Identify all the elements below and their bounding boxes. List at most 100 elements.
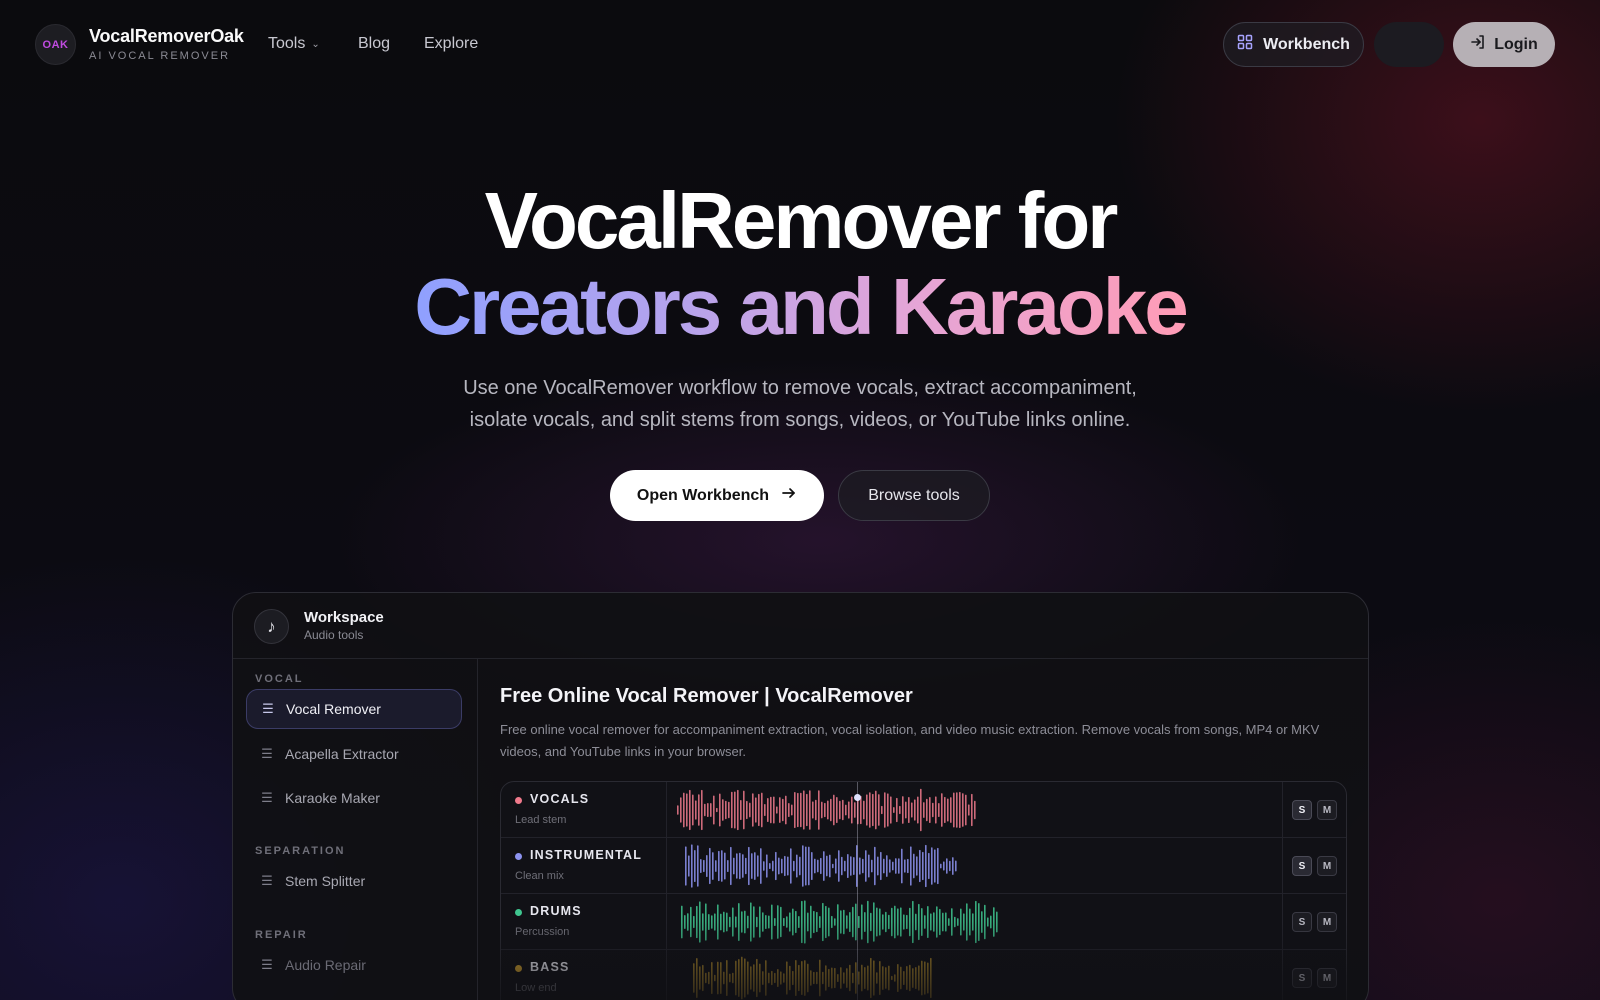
sidebar-item-karaoke-maker[interactable]: ☰ Karaoke Maker	[246, 778, 462, 818]
sliders-icon: ☰	[261, 746, 273, 761]
solo-button[interactable]: S	[1292, 968, 1312, 988]
placeholder-button[interactable]	[1374, 22, 1444, 67]
sidebar-item-label: Audio Repair	[285, 957, 366, 973]
sidebar-item-stem-splitter[interactable]: ☰ Stem Splitter	[246, 861, 462, 901]
waveform-bar	[713, 795, 715, 825]
waveform-bar	[859, 857, 861, 875]
sidebar-item-vocal-remover[interactable]: ☰ Vocal Remover	[246, 689, 462, 729]
waveform-bar	[849, 964, 851, 992]
waveform-bar	[726, 912, 728, 932]
waveform-bar	[700, 858, 702, 874]
waveform-bar	[798, 915, 800, 929]
nav-tools-dropdown[interactable]: Tools ⌄	[268, 35, 320, 53]
playhead[interactable]	[857, 782, 858, 1000]
waveform-bar	[776, 806, 778, 814]
waveform-bar	[863, 800, 865, 820]
waveform-bar	[704, 803, 706, 817]
sidebar-item-audio-repair[interactable]: ☰ Audio Repair	[246, 945, 462, 985]
waveform-bar	[792, 908, 794, 936]
waveform-bar	[846, 968, 848, 988]
waveform[interactable]	[677, 898, 1277, 946]
waveform-bar	[815, 799, 817, 821]
nav-explore-link[interactable]: Explore	[424, 35, 478, 53]
waveform-bar	[708, 971, 710, 985]
waveform-bar	[765, 914, 767, 930]
playhead-handle[interactable]	[854, 794, 861, 801]
brand-name[interactable]: VocalRemoverOak	[89, 26, 244, 47]
waveform-bar	[951, 908, 953, 936]
waveform-bar	[722, 799, 724, 821]
waveform[interactable]	[677, 954, 1277, 1000]
waveform-bar	[869, 792, 871, 828]
waveform-bar	[852, 906, 854, 938]
login-button[interactable]: Login	[1453, 22, 1555, 67]
waveform-bar	[824, 802, 826, 818]
waveform-bar	[984, 904, 986, 940]
waveform-bar	[748, 846, 750, 886]
waveform-bar	[881, 805, 883, 815]
waveform-bar	[930, 957, 932, 999]
solo-button[interactable]: S	[1292, 856, 1312, 876]
waveform-bar	[732, 907, 734, 937]
mute-button[interactable]: M	[1317, 800, 1337, 820]
waveform-bar	[693, 915, 695, 929]
sidebar-item-acapella-extractor[interactable]: ☰ Acapella Extractor	[246, 734, 462, 774]
waveform-bar	[841, 856, 843, 876]
section-label-vocal: VOCAL	[255, 673, 304, 685]
waveform-bar	[701, 789, 703, 831]
waveform-bar	[879, 908, 881, 936]
waveform-bar	[955, 860, 957, 872]
sidebar-item-label: Acapella Extractor	[285, 746, 399, 762]
waveform-bar	[903, 970, 905, 986]
waveform-bar	[825, 905, 827, 939]
waveform-bar	[792, 970, 794, 986]
waveform-bar	[805, 846, 807, 886]
waveform-bar	[971, 793, 973, 827]
logo[interactable]: OAK	[35, 24, 76, 65]
nav-blog-link[interactable]: Blog	[358, 35, 390, 53]
waveform-bar	[687, 913, 689, 931]
waveform-bar	[706, 854, 708, 878]
sidebar-item-label: Stem Splitter	[285, 873, 366, 889]
track-name: VOCALS	[530, 792, 590, 806]
waveform-bar	[811, 851, 813, 881]
workbench-button[interactable]: Workbench	[1223, 22, 1364, 67]
solo-button[interactable]: S	[1292, 800, 1312, 820]
mute-button[interactable]: M	[1317, 856, 1337, 876]
solo-button[interactable]: S	[1292, 912, 1312, 932]
stem-tracks: VOCALS Lead stem S M INSTRUMENTAL Clean …	[500, 781, 1347, 1000]
track-color-dot	[515, 853, 522, 860]
waveform-bar	[924, 915, 926, 929]
waveform-bar	[927, 962, 929, 994]
waveform-bar	[781, 858, 783, 874]
waveform-bar	[887, 793, 889, 827]
track-meta: DRUMS Percussion	[501, 894, 667, 950]
waveform-bar	[799, 856, 801, 876]
waveform-bar	[770, 796, 772, 824]
waveform-bar	[974, 800, 976, 820]
waveform-bar	[696, 958, 698, 998]
waveform-bar	[808, 846, 810, 886]
waveform-bar	[865, 850, 867, 882]
waveform-bar	[901, 848, 903, 884]
hero-title-line2: Creators and Karaoke	[414, 262, 1188, 351]
mute-button[interactable]: M	[1317, 968, 1337, 988]
track-color-dot	[515, 965, 522, 972]
waveform-bar	[929, 796, 931, 824]
waveform-bar	[818, 790, 820, 830]
sliders-icon: ☰	[261, 957, 273, 972]
waveform-bar	[937, 847, 939, 885]
waveform-bar	[724, 852, 726, 880]
open-workbench-button[interactable]: Open Workbench	[610, 470, 824, 521]
waveform-bar	[789, 965, 791, 991]
mute-button[interactable]: M	[1317, 912, 1337, 932]
browse-tools-button[interactable]: Browse tools	[838, 470, 990, 521]
sliders-icon: ☰	[262, 701, 274, 716]
waveform-bar	[923, 802, 925, 818]
hero-title: VocalRemover for Creators and Karaoke	[0, 178, 1600, 350]
waveform-bar	[867, 965, 869, 991]
waveform[interactable]	[677, 842, 1277, 890]
workspace-panel: ♪ Workspace Audio tools VOCAL ☰ Vocal Re…	[232, 592, 1369, 1000]
waveform[interactable]	[677, 786, 1277, 834]
waveform-bar	[756, 958, 758, 998]
